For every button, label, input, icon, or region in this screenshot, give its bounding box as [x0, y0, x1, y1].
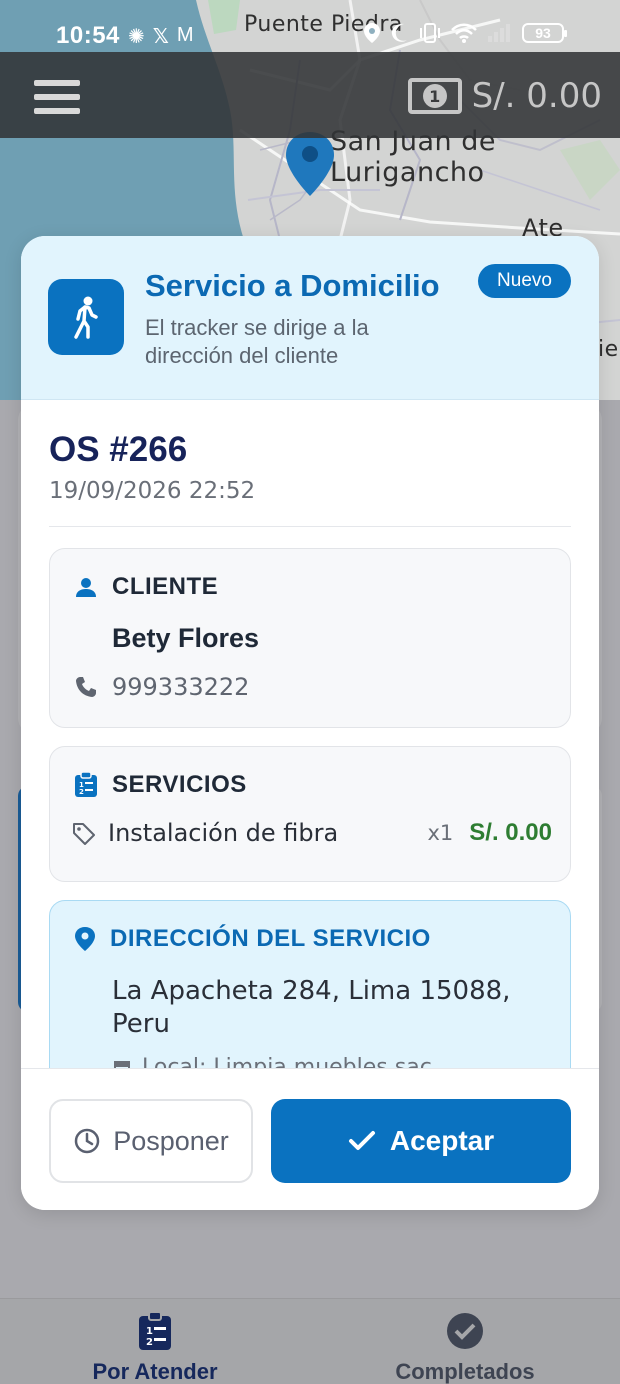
- menu-line: [34, 108, 80, 114]
- client-section: CLIENTE Bety Flores 999333222: [49, 548, 571, 728]
- address-heading: DIRECCIÓN DEL SERVICIO: [110, 925, 431, 952]
- service-quantity: x1: [427, 821, 454, 845]
- client-name: Bety Flores: [112, 623, 260, 653]
- modal-content[interactable]: OS #266 19/09/2026 22:52 CLIENTE Bety Fl…: [21, 400, 599, 1068]
- signal-icon: [488, 24, 510, 42]
- services-heading: SERVICIOS: [112, 771, 247, 798]
- client-phone-row[interactable]: 999333222: [74, 673, 249, 701]
- svg-text:2: 2: [146, 1337, 153, 1348]
- map-label-partial: ie: [598, 337, 619, 362]
- address-text: La Apacheta 284, Lima 15088, Peru: [112, 976, 511, 1039]
- status-time: 10:54: [56, 22, 120, 49]
- modal-header: Servicio a Domicilio El tracker se dirig…: [21, 236, 599, 400]
- x-icon: 𝕏: [152, 26, 169, 48]
- gmail-icon: M: [176, 24, 194, 46]
- client-section-header: CLIENTE: [74, 573, 218, 601]
- nav-tab-completados[interactable]: Completados: [310, 1311, 620, 1384]
- client-heading: CLIENTE: [112, 573, 219, 600]
- svg-text:1: 1: [146, 1326, 153, 1337]
- order-number: OS #266: [49, 430, 188, 469]
- bottom-nav: 1 2 Por Atender Completados: [0, 1298, 620, 1384]
- phone-icon: [76, 677, 96, 697]
- nav-tab-por-atender[interactable]: 1 2 Por Atender: [0, 1311, 310, 1384]
- check-icon: [348, 1131, 375, 1150]
- status-right-icons: 93: [362, 22, 567, 44]
- walking-person-icon: [74, 296, 98, 339]
- top-bar: 1 S/. 0.00: [0, 52, 620, 138]
- openai-icon: ✺: [128, 26, 145, 48]
- status-badge: Nuevo: [478, 264, 571, 298]
- store-icon: [114, 1060, 130, 1068]
- order-datetime: 19/09/2026 22:52: [49, 478, 256, 504]
- address-local: Local: Limpia muebles sac: [142, 1055, 432, 1068]
- moon-icon: [391, 23, 407, 42]
- location-pin-icon[interactable]: [284, 130, 336, 198]
- accept-label: Aceptar: [389, 1125, 495, 1156]
- nav-label-completados: Completados: [395, 1359, 535, 1384]
- clipboard-list-icon: 1 2: [75, 772, 97, 797]
- battery-indicator: 93: [522, 23, 567, 43]
- person-icon: [76, 578, 96, 597]
- clock-icon: [74, 1128, 100, 1154]
- modal-footer: Posponer Aceptar: [21, 1068, 599, 1210]
- money-icon: 1: [407, 78, 462, 114]
- order-modal: Servicio a Domicilio El tracker se dirig…: [21, 236, 599, 1210]
- postpone-button[interactable]: Posponer: [49, 1099, 253, 1183]
- status-bar: 10:54 ✺ 𝕏 M 93: [0, 0, 620, 54]
- location-status-icon: [364, 23, 380, 43]
- check-circle-icon: [447, 1313, 483, 1349]
- status-left-icons: ✺ 𝕏 M: [128, 24, 194, 49]
- balance-display[interactable]: 1 S/. 0.00: [407, 76, 602, 116]
- address-section-header: DIRECCIÓN DEL SERVICIO: [74, 925, 431, 953]
- clipboard-list-icon: 1 2: [139, 1311, 171, 1350]
- modal-title: Servicio a Domicilio: [145, 268, 440, 303]
- vibrate-icon: [420, 23, 440, 43]
- modal-subtitle: El tracker se dirige a la dirección del …: [145, 315, 369, 368]
- location-pin-icon: [75, 927, 95, 951]
- nav-label-por-atender: Por Atender: [92, 1359, 218, 1384]
- postpone-label: Posponer: [113, 1125, 229, 1156]
- service-name: Instalación de fibra: [108, 819, 339, 847]
- service-price: S/. 0.00: [469, 819, 552, 846]
- wifi-icon: [451, 23, 477, 43]
- accept-button[interactable]: Aceptar: [271, 1099, 571, 1183]
- address-section: DIRECCIÓN DEL SERVICIO La Apacheta 284, …: [49, 900, 571, 1068]
- client-phone: 999333222: [112, 673, 250, 701]
- divider: [49, 526, 571, 527]
- services-section-header: 1 2 SERVICIOS: [74, 771, 247, 799]
- menu-line: [34, 94, 80, 100]
- walking-badge: [48, 279, 124, 355]
- menu-line: [34, 80, 80, 86]
- address-local-row: Local: Limpia muebles sac: [112, 1055, 432, 1068]
- service-item: Instalación de fibra x1 S/. 0.00: [72, 819, 552, 847]
- battery-level: 93: [535, 25, 551, 41]
- menu-button[interactable]: [34, 80, 80, 114]
- svg-text:2: 2: [79, 788, 84, 796]
- services-section: 1 2 SERVICIOS Instalación de fibra x1 S/…: [49, 746, 571, 882]
- tag-icon: [73, 823, 95, 845]
- balance-amount: S/. 0.00: [471, 76, 602, 116]
